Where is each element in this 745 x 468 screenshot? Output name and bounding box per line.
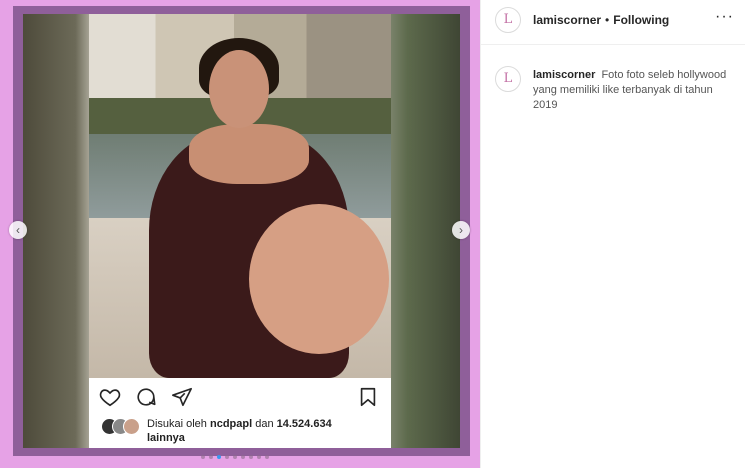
carousel-dot [225, 455, 229, 459]
carousel-dot [233, 455, 237, 459]
liked-by-text: Disukai oleh ncdpapl dan 14.524.634 lain… [147, 417, 387, 445]
carousel-prev-button[interactable]: ‹ [9, 221, 27, 239]
comment-icon [137, 388, 156, 406]
avatar[interactable]: L [495, 66, 521, 92]
carousel-dot [265, 455, 269, 459]
caption-body: lamiscorner Foto foto seleb hollywood ya… [533, 68, 733, 113]
carousel-dot [257, 455, 261, 459]
ellipsis-icon: ··· [715, 8, 734, 25]
avatar-letter: L [503, 12, 513, 27]
following-button[interactable]: Following [613, 13, 669, 27]
carousel-dot [217, 455, 221, 459]
like-count: 14.524.634 [276, 418, 332, 430]
carousel-dot [249, 455, 253, 459]
liker-avatars [101, 418, 141, 436]
liked-by-user: ncdpapl [209, 418, 253, 430]
liked-by-suffix: lainnya [147, 432, 185, 444]
post-header: L lamiscorner • Following ··· [481, 0, 745, 45]
avatar-letter: L [503, 71, 513, 86]
post-photo [89, 14, 391, 378]
liker-avatar [123, 418, 140, 435]
more-options-button[interactable]: ··· [715, 8, 734, 26]
chevron-left-icon: ‹ [16, 223, 20, 237]
header-user-line: lamiscorner • Following [533, 13, 669, 27]
bookmark-icon [360, 387, 376, 407]
post-sidebar: L lamiscorner • Following ··· L lamiscorne… [480, 0, 745, 468]
action-icons [99, 386, 193, 408]
carousel-dot [209, 455, 213, 459]
header-separator: • [605, 13, 610, 27]
post-media[interactable]: Disukai oleh ncdpapl dan 14.524.634 lain… [0, 0, 480, 468]
share-icon [172, 387, 192, 407]
carousel-indicator [201, 455, 269, 459]
photo-legs [249, 204, 389, 354]
carousel-dot [241, 455, 245, 459]
avatar[interactable]: L [495, 7, 521, 33]
heart-icon [99, 389, 121, 407]
carousel-dot [201, 455, 205, 459]
carousel-next-button[interactable]: › [452, 221, 470, 239]
embedded-ig-screenshot-footer: Disukai oleh ncdpapl dan 14.524.634 lain… [89, 378, 391, 448]
photo-face [209, 50, 269, 128]
photo-shoulders [189, 124, 309, 184]
caption-username[interactable]: lamiscorner [533, 69, 595, 81]
chevron-right-icon: › [459, 223, 463, 237]
liked-by-and: dan [255, 418, 274, 430]
liked-by-prefix: Disukai oleh [147, 418, 207, 430]
header-username[interactable]: lamiscorner [533, 13, 601, 27]
